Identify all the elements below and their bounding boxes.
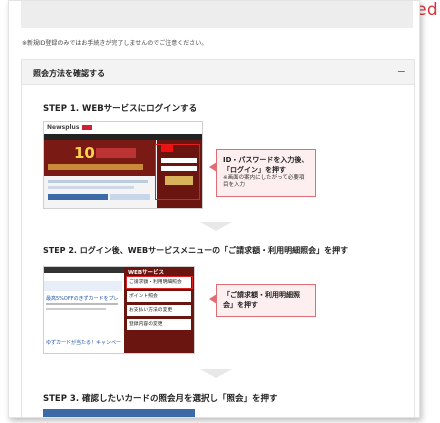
step1-title: STEP 1. WEBサービスにログインする — [43, 104, 198, 114]
news-line-1 — [48, 180, 148, 183]
highlight-billing — [126, 276, 193, 289]
step2-callout-text: 「ご請求額・利用明細照会」を押す — [223, 291, 300, 309]
step1-callout: ID・パスワードを入力後、「ログイン」を押す ※画面の案内にしたがって必要項目を… — [216, 149, 316, 197]
banner-graphic — [96, 148, 136, 158]
notice-text: ※新規ID登録のみではお手続きが完了しませんのでご注意ください。 — [22, 40, 208, 47]
left-line-1 — [46, 303, 118, 305]
header-area — [21, 1, 413, 28]
step2-title: STEP 2. ログイン後、WEBサービスメニューの「ご請求額・利用明細照会」を… — [43, 246, 349, 255]
left-link-2: ゆずカードが当たる！キャンペー — [46, 340, 122, 346]
logo-mark — [82, 125, 92, 130]
step3-screenshot — [43, 409, 195, 417]
left-line-2 — [46, 308, 106, 310]
site-banner: 10 — [44, 140, 156, 176]
menu-item-profile: 登録内容の変更 — [127, 319, 191, 330]
site-logo: Newsplus — [47, 124, 80, 131]
menu-item-payment: お支払い方法の変更 — [127, 305, 191, 316]
highlight-login — [155, 144, 200, 200]
menu-item-points: ポイント照会 — [127, 291, 191, 302]
info-bar-2 — [110, 194, 150, 200]
step-arrow-1 — [200, 222, 232, 231]
site-header: Newsplus — [44, 122, 202, 134]
banner-strip — [48, 164, 143, 170]
step3-title: STEP 3. 確認したいカードの照会月を選択し「照会」を押す — [43, 394, 278, 404]
left-banner — [44, 281, 122, 291]
step-arrow-2 — [200, 369, 232, 378]
step2-screenshot: 最高5%OFFのきずカードをプレ ゆずカードが当たる！キャンペー WEBサービス… — [43, 266, 195, 354]
news-line-2 — [48, 186, 134, 189]
step1-callout-note: ※画面の案内にしたがって必要項目を入力 — [223, 175, 305, 188]
banner-number: 10 — [74, 144, 95, 162]
accordion-header[interactable]: 照会方法を確認する − — [21, 59, 415, 85]
info-bar — [48, 194, 108, 200]
page-panel: ※新規ID登録のみではお手続きが完了しませんのでご注意ください。 照会方法を確認… — [8, 0, 420, 418]
collapse-icon[interactable]: − — [397, 65, 406, 78]
step2-callout: 「ご請求額・利用明細照会」を押す — [216, 284, 316, 317]
left-link-1: 最高5%OFFのきずカードをプレ — [46, 296, 119, 302]
menu-header: WEBサービス — [128, 270, 165, 276]
accordion-title: 照会方法を確認する — [33, 69, 105, 78]
step1-screenshot: Newsplus 10 — [43, 121, 203, 209]
step1-callout-text: ID・パスワードを入力後、「ログイン」を押す — [223, 156, 309, 174]
